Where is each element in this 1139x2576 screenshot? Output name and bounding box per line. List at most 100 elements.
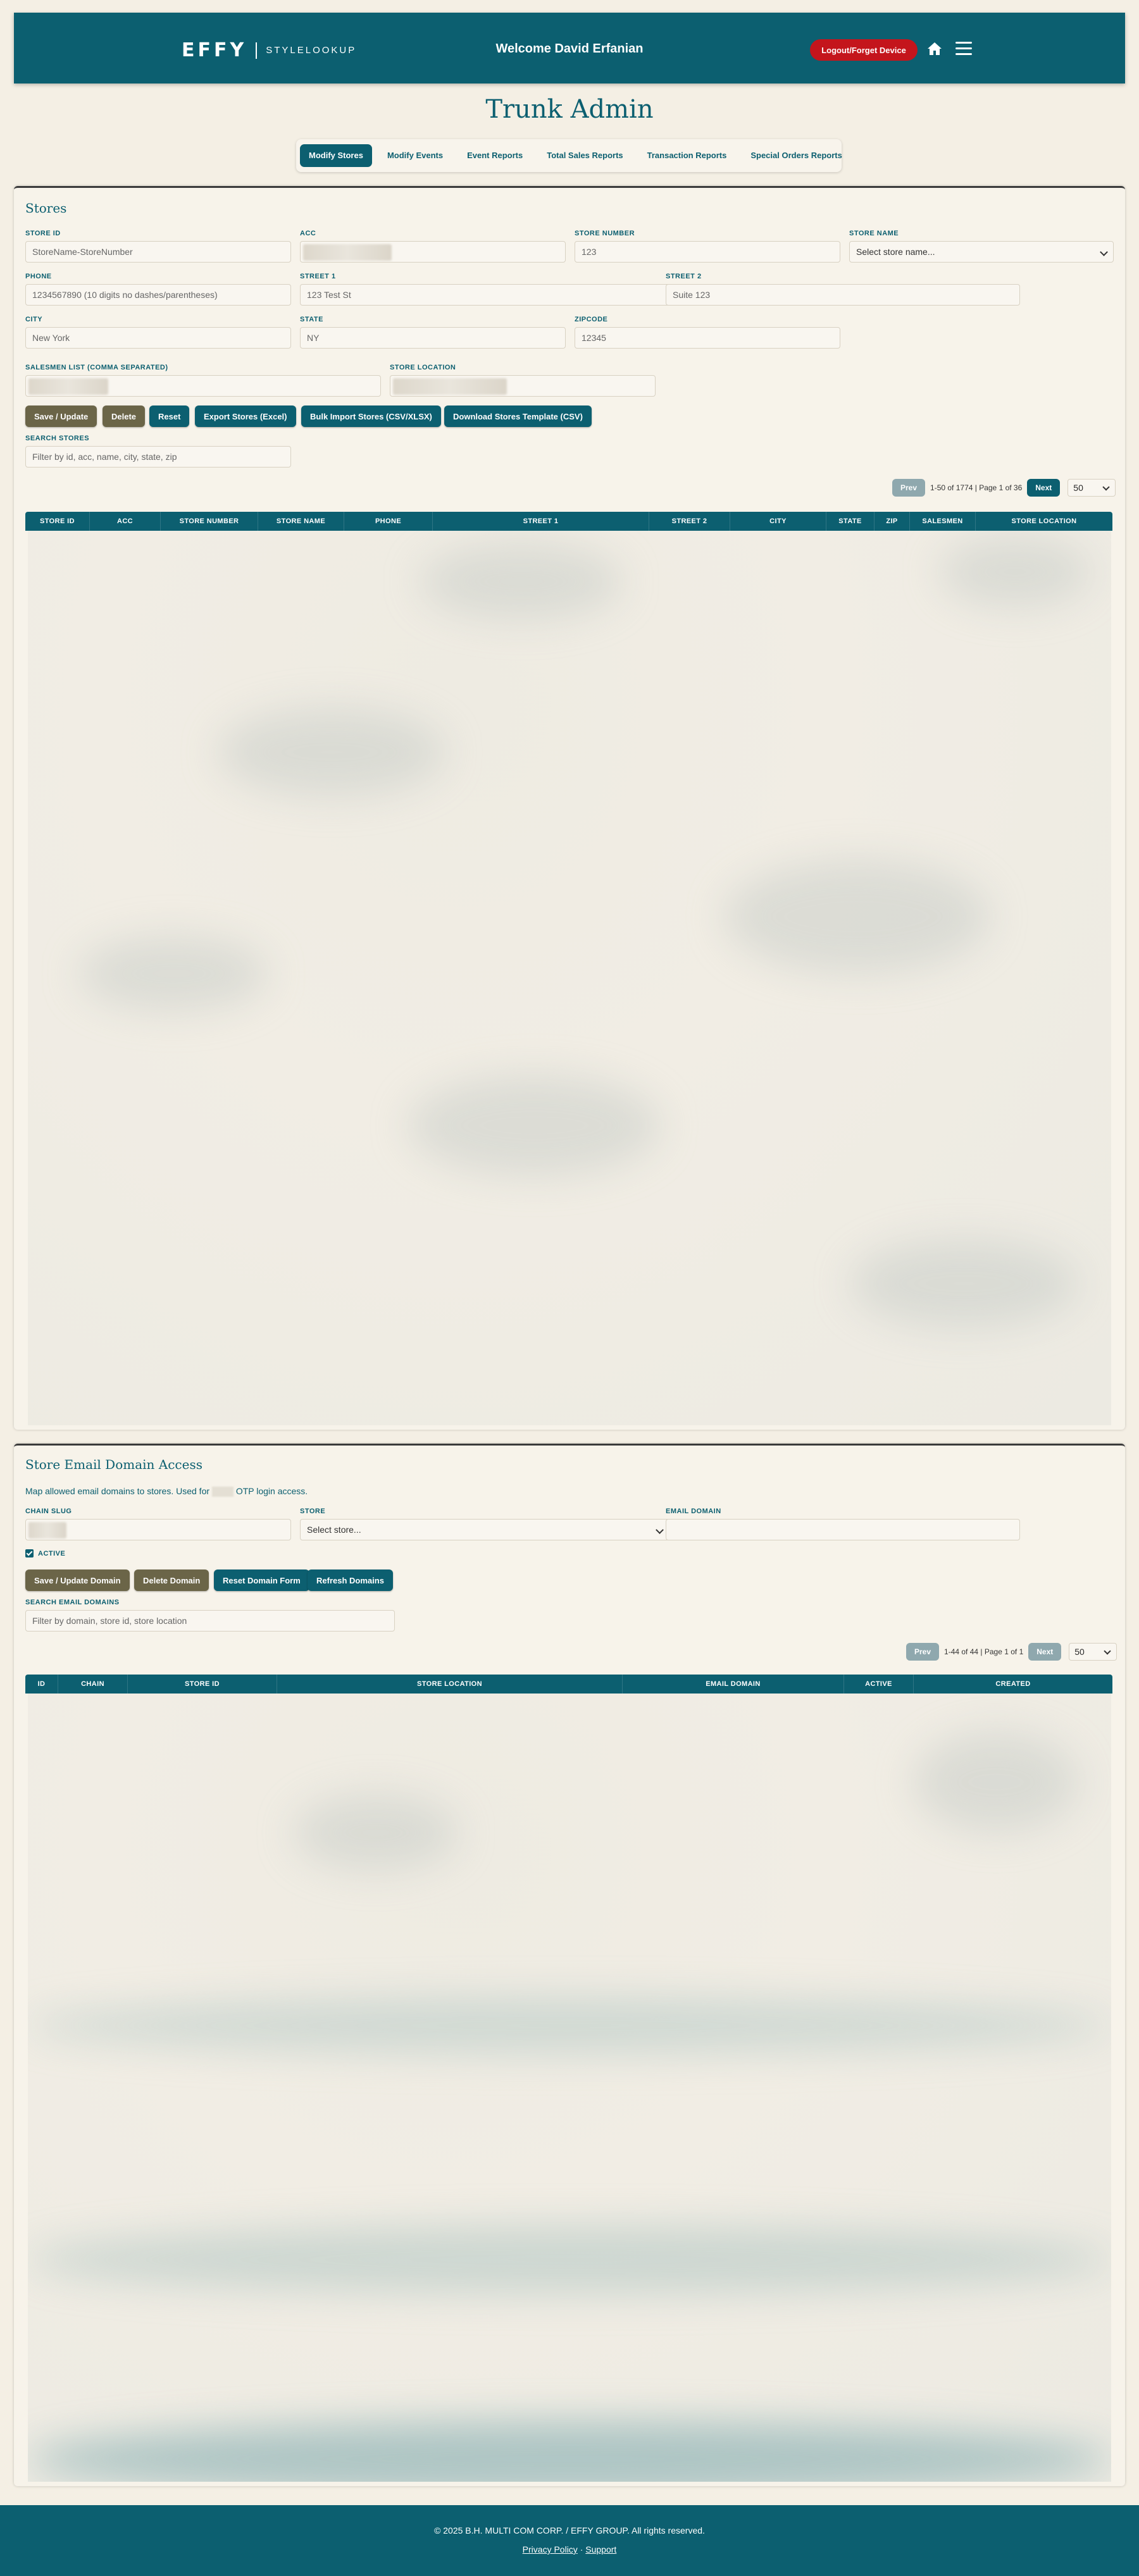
- stores-pager: Prev 1-50 of 1774 | Page 1 of 36 Next 50: [892, 479, 1116, 497]
- store-number-label: Store Number: [575, 230, 635, 237]
- column-header-active[interactable]: Active: [844, 1675, 914, 1694]
- column-header-store-id[interactable]: Store ID: [128, 1675, 277, 1694]
- domains-table-header: ID Chain Store ID Store Location Email D…: [25, 1675, 1112, 1694]
- store-number-input[interactable]: 123: [575, 241, 840, 263]
- support-link[interactable]: Support: [585, 2544, 616, 2554]
- search-stores-input[interactable]: Filter by id, acc, name, city, state, zi…: [25, 446, 291, 468]
- store-select-value: Select store...: [307, 1525, 361, 1535]
- column-header-street2[interactable]: Street 2: [649, 512, 730, 531]
- street1-input[interactable]: 123 Test St: [300, 284, 669, 306]
- home-icon[interactable]: [927, 41, 942, 56]
- street2-input[interactable]: Suite 123: [666, 284, 1020, 306]
- column-header-store-location[interactable]: Store Location: [976, 512, 1112, 531]
- chevron-down-icon: [656, 1526, 664, 1534]
- search-stores-label: Search Stores: [25, 435, 90, 442]
- chain-slug-label: Chain Slug: [25, 1508, 72, 1515]
- domains-description-pre: Map allowed email domains to stores. Use…: [25, 1486, 210, 1496]
- street2-label: Street 2: [666, 273, 702, 280]
- column-header-state[interactable]: State: [826, 512, 874, 531]
- store-id-input[interactable]: StoreName-StoreNumber: [25, 241, 291, 263]
- zipcode-label: Zipcode: [575, 316, 608, 323]
- domains-pager: Prev 1-44 of 44 | Page 1 of 1 Next 50: [906, 1643, 1117, 1661]
- column-header-zip[interactable]: Zip: [874, 512, 910, 531]
- email-domain-input[interactable]: [666, 1519, 1020, 1540]
- state-input[interactable]: NY: [300, 327, 566, 349]
- search-domains-label: Search Email Domains: [25, 1599, 120, 1606]
- column-header-salesmen[interactable]: Salesmen: [910, 512, 976, 531]
- store-name-label: Store Name: [849, 230, 899, 237]
- column-header-store-id[interactable]: Store ID: [25, 512, 90, 531]
- column-header-id[interactable]: ID: [25, 1675, 58, 1694]
- tab-modify-stores[interactable]: Modify Stores: [300, 144, 372, 167]
- tab-transaction-reports[interactable]: Transaction Reports: [638, 144, 736, 167]
- column-header-email-domain[interactable]: Email Domain: [623, 1675, 844, 1694]
- tab-total-sales-reports[interactable]: Total Sales Reports: [538, 144, 632, 167]
- active-checkbox[interactable]: [25, 1549, 34, 1557]
- hamburger-menu-icon[interactable]: [955, 42, 972, 56]
- logout-button[interactable]: Logout/Forget Device: [810, 39, 918, 61]
- domains-table-body-blurred: [28, 1694, 1111, 2482]
- delete-button[interactable]: Delete: [103, 406, 146, 427]
- stores-next-button[interactable]: Next: [1027, 479, 1061, 497]
- domains-description: Map allowed email domains to stores. Use…: [25, 1486, 308, 1497]
- delete-domain-button[interactable]: Delete Domain: [134, 1570, 209, 1591]
- store-name-select[interactable]: Select store name...: [849, 241, 1114, 263]
- store-id-label: Store ID: [25, 230, 61, 237]
- phone-input[interactable]: 1234567890 (10 digits no dashes/parenthe…: [25, 284, 291, 306]
- domains-next-button[interactable]: Next: [1028, 1643, 1062, 1661]
- top-header: EFFY STYLELOOKUP Welcome David Erfanian …: [14, 13, 1125, 84]
- admin-tabs: Modify Stores Modify Events Event Report…: [296, 139, 842, 172]
- store-select[interactable]: Select store...: [300, 1519, 669, 1540]
- zipcode-input[interactable]: 12345: [575, 327, 840, 349]
- stores-page-info: 1-50 of 1774 | Page 1 of 36: [930, 483, 1023, 492]
- tab-special-orders-reports[interactable]: Special Orders Reports: [742, 144, 851, 167]
- acc-input[interactable]: [300, 241, 566, 263]
- column-header-store-location[interactable]: Store Location: [277, 1675, 623, 1694]
- salesmen-input[interactable]: [25, 375, 381, 397]
- download-template-button[interactable]: Download Stores Template (CSV): [444, 406, 592, 427]
- domains-prev-button[interactable]: Prev: [906, 1643, 940, 1661]
- column-header-store-number[interactable]: Store Number: [161, 512, 258, 531]
- stores-prev-button[interactable]: Prev: [892, 479, 926, 497]
- column-header-created[interactable]: Created: [914, 1675, 1112, 1694]
- stores-page-size-value: 50: [1073, 483, 1083, 493]
- search-domains-input[interactable]: Filter by domain, store id, store locati…: [25, 1610, 395, 1632]
- bulk-import-button[interactable]: Bulk Import Stores (CSV/XLSX): [301, 406, 441, 427]
- column-header-store-name[interactable]: Store Name: [258, 512, 344, 531]
- export-stores-button[interactable]: Export Stores (Excel): [195, 406, 296, 427]
- column-header-acc[interactable]: ACC: [90, 512, 161, 531]
- column-header-city[interactable]: City: [730, 512, 826, 531]
- redacted-chip: [211, 1487, 233, 1497]
- store-location-input[interactable]: [390, 375, 656, 397]
- stores-table-header: Store ID ACC Store Number Store Name Pho…: [25, 512, 1112, 531]
- city-label: City: [25, 316, 43, 323]
- page-title: Trunk Admin: [485, 95, 654, 124]
- column-header-phone[interactable]: Phone: [344, 512, 433, 531]
- stores-page-size-select[interactable]: 50: [1067, 479, 1116, 497]
- street1-label: Street 1: [300, 273, 336, 280]
- tab-modify-events[interactable]: Modify Events: [378, 144, 452, 167]
- reset-button[interactable]: Reset: [149, 406, 190, 427]
- save-update-button[interactable]: Save / Update: [25, 406, 97, 427]
- refresh-domains-button[interactable]: Refresh Domains: [308, 1570, 393, 1591]
- chain-slug-input[interactable]: [25, 1519, 291, 1540]
- column-header-street1[interactable]: Street 1: [433, 512, 649, 531]
- tab-event-reports[interactable]: Event Reports: [458, 144, 532, 167]
- save-update-domain-button[interactable]: Save / Update Domain: [25, 1570, 130, 1591]
- reset-domain-form-button[interactable]: Reset Domain Form: [214, 1570, 309, 1591]
- acc-label: ACC: [300, 230, 316, 237]
- state-label: State: [300, 316, 323, 323]
- domains-page-size-select[interactable]: 50: [1069, 1643, 1117, 1661]
- store-location-label: Store Location: [390, 364, 456, 371]
- stores-section-title: Stores: [25, 201, 67, 216]
- email-domain-label: Email Domain: [666, 1508, 721, 1515]
- column-header-chain[interactable]: Chain: [58, 1675, 128, 1694]
- chevron-down-icon: [1102, 483, 1110, 491]
- footer-link-separator: ·: [580, 2544, 583, 2554]
- city-input[interactable]: New York: [25, 327, 291, 349]
- store-name-select-value: Select store name...: [856, 247, 935, 257]
- privacy-policy-link[interactable]: Privacy Policy: [523, 2544, 578, 2554]
- chevron-down-icon: [1100, 248, 1108, 256]
- footer: © 2025 B.H. MULTI COM CORP. / EFFY GROUP…: [0, 2505, 1139, 2576]
- stores-card: Stores Store ID StoreName-StoreNumber AC…: [14, 186, 1125, 1430]
